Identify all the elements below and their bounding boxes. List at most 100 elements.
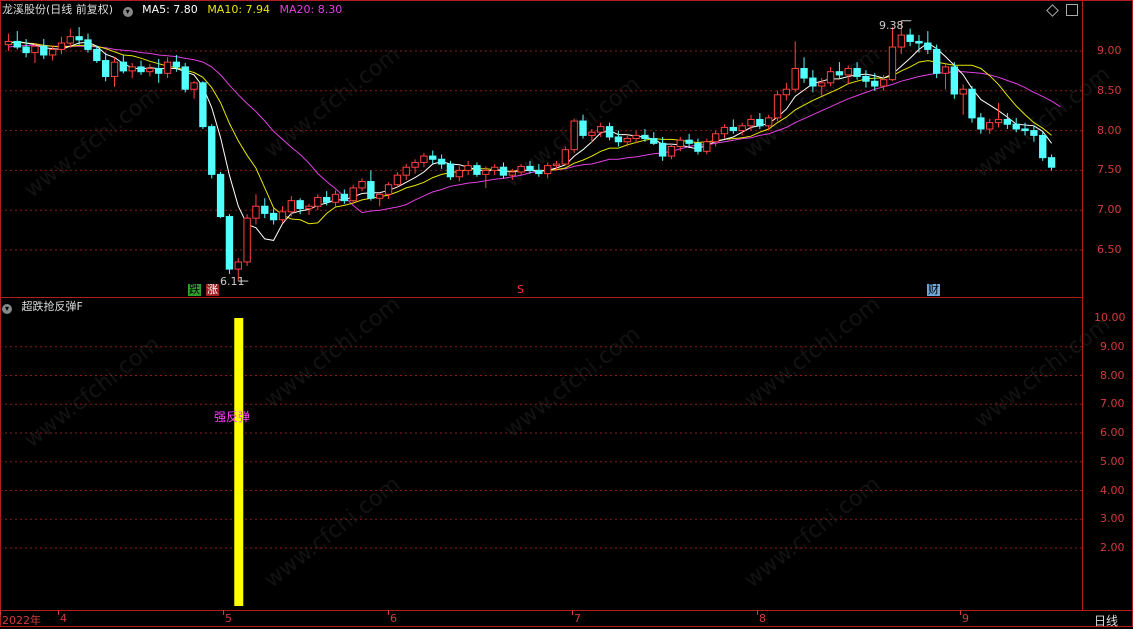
indicator-header: ▾ 超跌抢反弹F — [2, 300, 89, 314]
candle-body — [464, 165, 472, 171]
stock-title: 龙溪股份(日线 前复权) — [2, 3, 114, 16]
candle-body — [756, 118, 764, 127]
x-tick-label: 7 — [574, 612, 581, 625]
candle-body — [782, 88, 791, 96]
candle-body — [1012, 123, 1020, 130]
x-tick-mark — [223, 610, 224, 615]
indicator-y-tick-label: 2.00 — [1100, 541, 1125, 554]
candle-body — [429, 155, 437, 160]
candle-body — [137, 66, 145, 73]
high-price-label: 9.38 — [879, 19, 904, 32]
tag-die[interactable]: 跌 — [188, 284, 201, 296]
candle-body — [225, 216, 234, 270]
indicator-y-tick-label: 6.00 — [1100, 426, 1125, 439]
candle-body — [446, 163, 455, 178]
candle-body — [561, 149, 570, 165]
indicator-y-tick-label: 8.00 — [1100, 368, 1125, 382]
signal-bar — [234, 318, 244, 606]
candle-body — [393, 174, 402, 186]
candle-body — [685, 139, 693, 144]
candle-body — [455, 169, 463, 178]
candle-body — [269, 212, 278, 221]
candle-body — [437, 158, 446, 165]
candle-body — [667, 146, 676, 157]
candle-body — [862, 75, 870, 82]
candle-body — [261, 205, 269, 214]
candle-body — [853, 68, 861, 77]
x-tick-label: 2022年 — [2, 614, 41, 627]
tag-cai[interactable]: 财 — [927, 284, 940, 296]
candle-body — [871, 80, 879, 87]
candle-body — [1021, 128, 1029, 132]
expand-box-icon[interactable] — [1066, 4, 1078, 16]
candle-body — [1003, 118, 1012, 125]
candle-body — [216, 173, 225, 218]
tag-s[interactable]: S — [516, 284, 525, 296]
main-y-tick-label: 8.00 — [1097, 123, 1122, 137]
candle-body — [243, 217, 251, 263]
x-tick-label: 6 — [390, 612, 397, 625]
candle-body — [986, 122, 994, 130]
indicator-y-tick-label: 9.00 — [1100, 339, 1125, 353]
candle-body — [605, 126, 614, 138]
candle-body — [720, 126, 729, 135]
candle-body — [968, 88, 976, 119]
indicator-y-tick-label: 7.00 — [1100, 397, 1125, 411]
candle-body — [711, 133, 720, 143]
indicator-y-tick-label: 10.00 — [1094, 311, 1126, 324]
candle-body — [305, 205, 313, 210]
candle-body — [1030, 130, 1038, 136]
candle-body — [977, 117, 985, 130]
candle-body — [128, 66, 136, 72]
candle-body — [703, 141, 711, 152]
candle-body — [844, 68, 852, 76]
main-y-tick-label: 7.50 — [1097, 163, 1122, 177]
candle-body — [959, 88, 967, 95]
settings-circle-icon[interactable]: ▾ — [122, 7, 133, 17]
candle-body — [765, 117, 773, 127]
indicator-y-tick-label: 4.00 — [1100, 483, 1125, 497]
signal-text: 强反弹 — [214, 410, 251, 424]
candle-body — [287, 200, 295, 213]
candle-body — [499, 166, 508, 176]
candle-body — [879, 79, 888, 87]
candle-body — [526, 165, 534, 171]
x-tick-mark — [0, 610, 1, 615]
x-tick-label: 9 — [962, 612, 969, 625]
x-tick-label: 4 — [60, 612, 67, 625]
candle-body — [234, 261, 242, 270]
candle-body — [358, 181, 366, 189]
candle-body — [650, 138, 658, 144]
candle-body — [93, 48, 101, 62]
indicator-title: 超跌抢反弹F — [21, 300, 83, 313]
candle-body — [1047, 157, 1056, 168]
candle-body — [119, 61, 128, 72]
candle-body — [676, 139, 684, 148]
period-label[interactable]: 日线 — [1094, 612, 1118, 629]
candle-body — [950, 66, 959, 95]
candle-body — [632, 134, 640, 140]
candle-body — [482, 169, 490, 175]
candle-body — [402, 166, 410, 176]
candle-body — [924, 42, 932, 50]
candle-body — [597, 126, 605, 133]
chart-canvas — [0, 20, 1083, 606]
candle-body — [1039, 134, 1047, 159]
candle-body — [835, 71, 844, 76]
tag-zhang[interactable]: 涨 — [206, 284, 219, 296]
candle-body — [75, 36, 83, 41]
x-tick-mark — [58, 610, 59, 615]
candle-body — [13, 40, 21, 48]
candle-body — [48, 48, 57, 56]
candle-body — [376, 193, 384, 199]
indicator-settings-circle-icon[interactable]: ▾ — [2, 304, 12, 314]
indicator-y-tick-label: 3.00 — [1100, 512, 1125, 526]
candle-body — [84, 39, 92, 50]
candle-body — [190, 82, 198, 90]
candle-body — [809, 77, 817, 87]
candle-body — [296, 200, 304, 210]
candle-body — [826, 71, 835, 84]
candle-body — [888, 46, 897, 81]
ma20-label: MA20: 8.30 — [279, 3, 343, 16]
main-y-tick-label: 6.50 — [1097, 243, 1122, 256]
